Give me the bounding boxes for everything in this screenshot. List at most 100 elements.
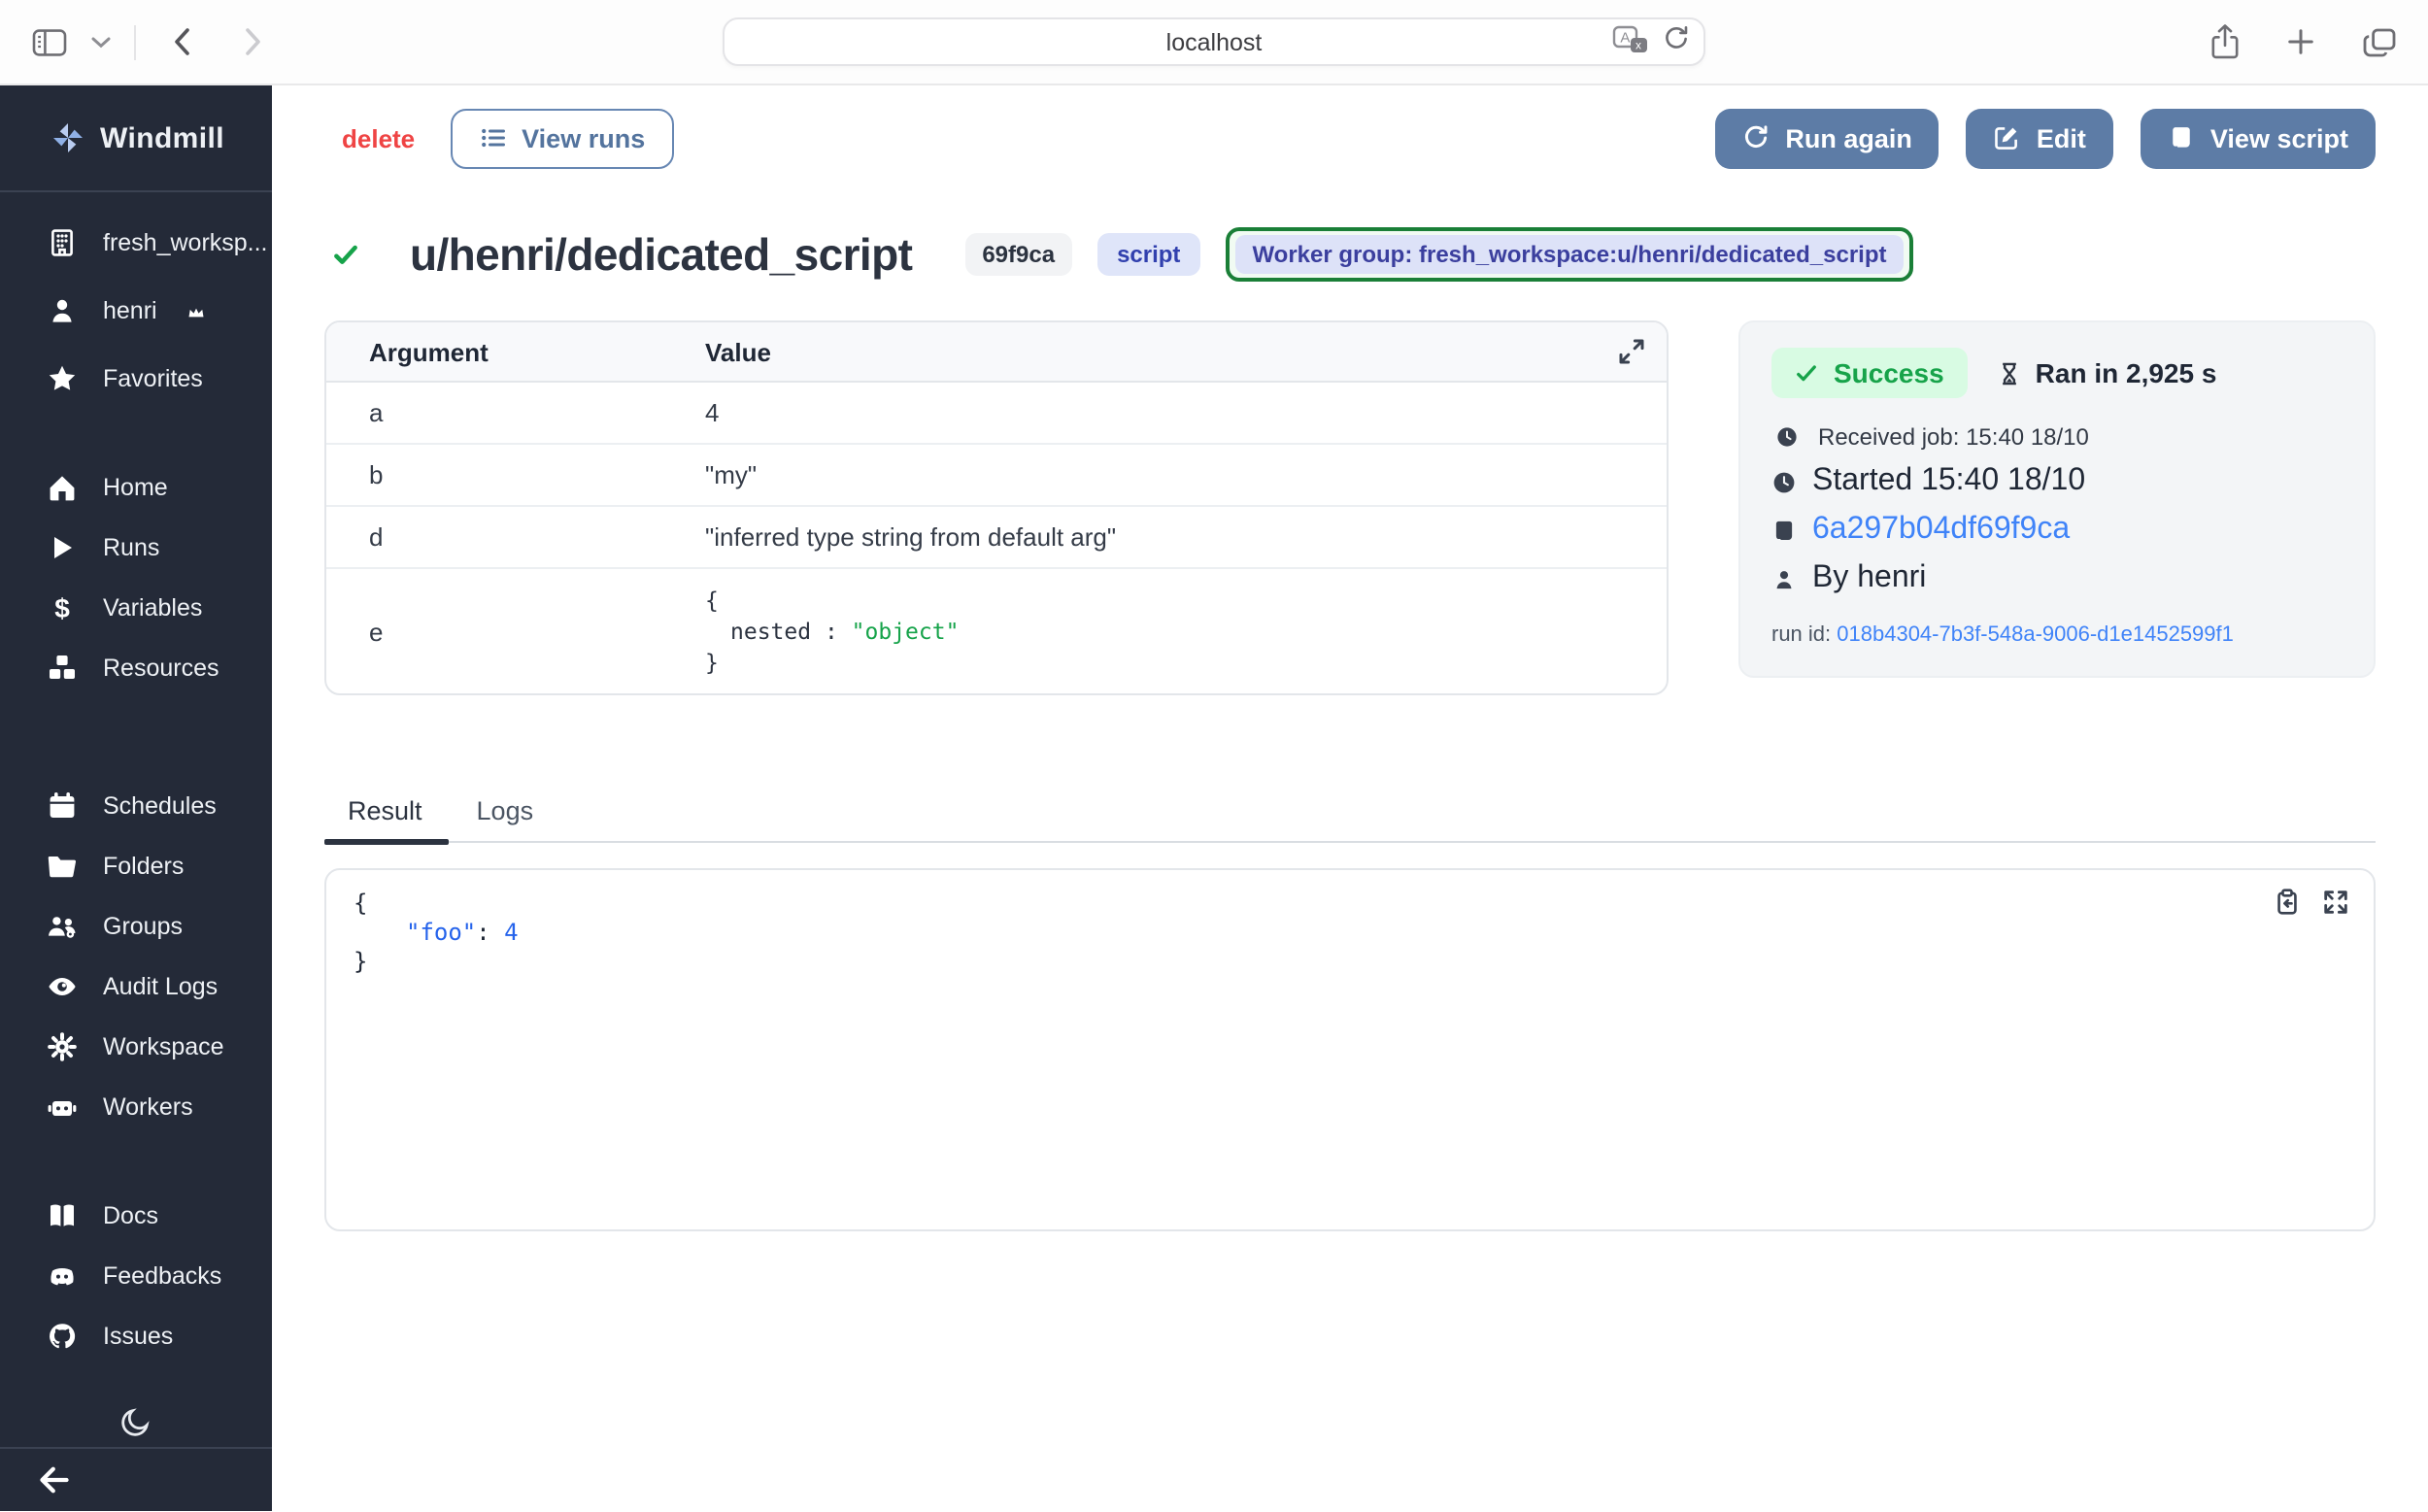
browser-nav-controls	[31, 24, 264, 59]
sidebar-item-label: Issues	[103, 1322, 173, 1349]
sidebar-item-workspace-settings[interactable]: Workspace	[0, 1016, 272, 1076]
sidebar-item-favorites[interactable]: Favorites	[0, 344, 272, 412]
clock-icon	[1771, 469, 1797, 494]
sidebar-item-label: Home	[103, 473, 168, 500]
arg-name: d	[326, 522, 705, 552]
json-string-value: "object"	[852, 618, 960, 645]
json-number-value: 4	[504, 919, 518, 946]
sidebar-item-groups[interactable]: Groups	[0, 895, 272, 956]
page: localhost Ax	[0, 0, 2428, 1512]
chevron-down-icon[interactable]	[91, 36, 111, 48]
run-duration: Ran in 2,925 s	[1997, 357, 2217, 388]
sidebar-item-home[interactable]: Home	[0, 456, 272, 517]
sidebar: Windmill fresh_worksp... henri	[0, 85, 272, 1511]
user-icon	[47, 294, 78, 325]
success-check-icon	[332, 241, 359, 268]
sidebar-item-workers[interactable]: Workers	[0, 1076, 272, 1136]
script-title-row: u/henri/dedicated_script 69f9ca script W…	[324, 223, 2376, 286]
sidebar-item-label: Favorites	[103, 364, 203, 391]
json-open-brace: {	[354, 890, 2374, 919]
star-icon	[47, 362, 78, 393]
expand-table-icon[interactable]	[1616, 336, 1647, 367]
edit-button[interactable]: Edit	[1967, 108, 2113, 168]
started-label: Started 15:40 18/10	[1812, 464, 2085, 499]
table-row: e { nested : "object" }	[326, 569, 1667, 693]
result-panel: { "foo": 4 }	[324, 868, 2376, 1231]
boxes-icon	[47, 652, 78, 683]
sidebar-item-audit-logs[interactable]: Audit Logs	[0, 956, 272, 1016]
sidebar-item-workspace-switcher[interactable]: fresh_worksp...	[0, 208, 272, 276]
user-name: henri	[103, 296, 157, 323]
calendar-icon	[47, 790, 78, 821]
run-duration-label: Ran in 2,925 s	[2036, 357, 2217, 388]
json-colon: :	[476, 919, 504, 946]
browser-actions	[2210, 23, 2397, 60]
worker-group-badge: Worker group: fresh_workspace:u/henri/de…	[1225, 227, 1913, 282]
url-bar[interactable]: localhost Ax	[723, 17, 1705, 66]
sidebar-footer	[0, 1447, 272, 1511]
run-again-button[interactable]: Run again	[1715, 108, 1939, 168]
view-runs-button[interactable]: View runs	[450, 108, 674, 168]
column-header-value: Value	[705, 337, 771, 366]
main-content: delete View runs Run again	[272, 85, 2428, 1511]
refresh-icon	[1742, 124, 1770, 151]
sidebar-item-label: Feedbacks	[103, 1261, 221, 1289]
tab-overview-icon[interactable]	[2362, 26, 2397, 57]
delete-button[interactable]: delete	[342, 123, 415, 152]
json-line: "foo": 4	[354, 919, 2374, 948]
sidebar-item-variables[interactable]: $ Variables	[0, 577, 272, 637]
view-script-button[interactable]: View script	[2141, 108, 2376, 168]
person-icon	[1771, 566, 1797, 591]
back-button[interactable]	[171, 25, 192, 58]
sidebar-item-schedules[interactable]: Schedules	[0, 775, 272, 835]
page-title: u/henri/dedicated_script	[410, 228, 912, 281]
eye-icon	[47, 970, 78, 1001]
tab-result[interactable]: Result	[324, 787, 450, 841]
dollar-icon: $	[47, 591, 78, 622]
sidebar-item-docs[interactable]: Docs	[0, 1185, 272, 1245]
copy-to-clipboard-icon[interactable]	[2273, 888, 2302, 917]
sidebar-item-resources[interactable]: Resources	[0, 637, 272, 697]
sidebar-item-feedbacks[interactable]: Feedbacks	[0, 1245, 272, 1305]
sidebar-item-issues[interactable]: Issues	[0, 1305, 272, 1365]
gear-icon	[47, 1030, 78, 1061]
sidebar-toggle-icon[interactable]	[31, 26, 68, 57]
collapse-sidebar-button[interactable]	[35, 1461, 74, 1499]
book-icon	[47, 1199, 78, 1230]
reload-icon[interactable]	[1663, 25, 1690, 58]
run-author-label: By henri	[1812, 561, 1926, 596]
app-logo[interactable]: Windmill	[0, 85, 272, 192]
sidebar-item-label: Docs	[103, 1201, 158, 1228]
script-hash-badge: 69f9ca	[964, 233, 1072, 276]
translate-icon[interactable]: Ax	[1612, 24, 1649, 59]
forward-button[interactable]	[243, 25, 264, 58]
tab-logs[interactable]: Logs	[450, 787, 561, 841]
arguments-table-header: Argument Value	[326, 322, 1667, 383]
arg-value: "inferred type string from default arg"	[705, 522, 1116, 552]
sidebar-item-folders[interactable]: Folders	[0, 835, 272, 895]
building-icon	[47, 226, 78, 257]
new-tab-icon[interactable]	[2286, 27, 2315, 56]
sidebar-item-runs[interactable]: Runs	[0, 517, 272, 577]
url-text: localhost	[1166, 28, 1263, 55]
arg-value: "my"	[705, 460, 757, 489]
sidebar-item-label: Runs	[103, 533, 159, 560]
sidebar-item-label: Groups	[103, 912, 183, 939]
edit-pencil-icon	[1994, 124, 2021, 151]
column-header-argument: Argument	[326, 337, 705, 366]
svg-text:x: x	[1636, 38, 1641, 51]
expand-result-icon[interactable]	[2321, 888, 2350, 917]
dark-mode-toggle[interactable]	[111, 1396, 161, 1447]
play-icon	[47, 531, 78, 562]
table-row: a 4	[326, 383, 1667, 445]
sidebar-item-label: Workspace	[103, 1032, 224, 1059]
job-hash-link[interactable]: 6a297b04df69f9ca	[1812, 513, 2070, 548]
sidebar-item-user[interactable]: henri	[0, 276, 272, 344]
started-row: Started 15:40 18/10	[1771, 464, 2343, 499]
crown-icon	[186, 300, 206, 319]
robot-icon	[47, 1091, 78, 1122]
table-row: d "inferred type string from default arg…	[326, 507, 1667, 569]
json-key: "foo"	[406, 919, 476, 946]
share-icon[interactable]	[2210, 23, 2240, 60]
run-id-link[interactable]: 018b4304-7b3f-548a-9006-d1e1452599f1	[1837, 623, 2234, 647]
